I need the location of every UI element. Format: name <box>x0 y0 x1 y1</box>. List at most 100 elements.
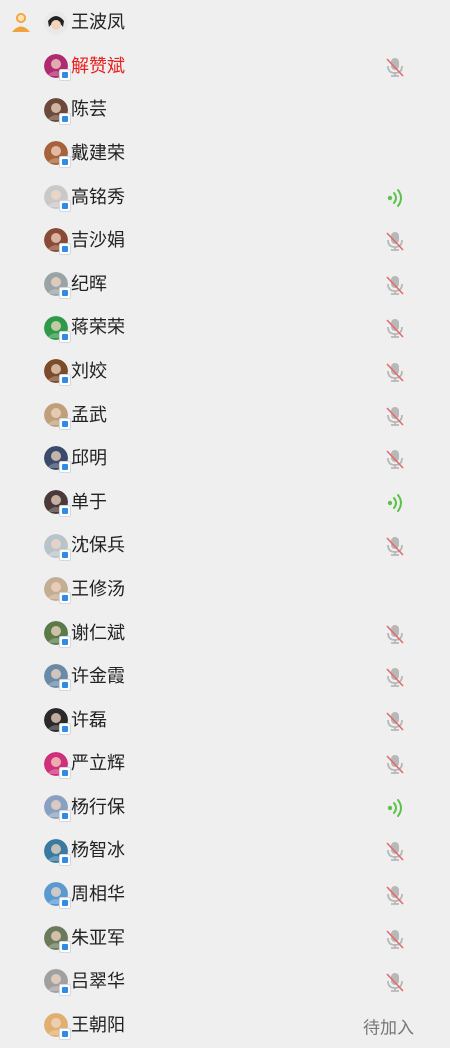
avatar <box>44 11 68 35</box>
participant-row[interactable]: 杨智冰 <box>0 830 450 874</box>
avatar <box>44 882 71 910</box>
participant-name: 孟武 <box>71 404 107 426</box>
avatar <box>44 271 71 299</box>
participant-row[interactable]: 严立辉 <box>0 743 450 787</box>
participant-name: 周相华 <box>71 884 125 906</box>
mic-muted-icon <box>384 535 406 557</box>
device-icon <box>59 461 71 474</box>
participant-row[interactable]: 戴建荣 <box>0 132 450 176</box>
participant-row[interactable]: 王修汤 <box>0 568 450 612</box>
participant-name: 许磊 <box>71 709 107 731</box>
speaking-icon <box>384 187 406 209</box>
participant-name: 陈芸 <box>71 99 107 121</box>
avatar <box>44 315 71 343</box>
participant-list: 王波凤 解赞斌陈芸戴建荣高铭秀吉沙娟纪晖蒋荣荣刘姣孟武邱明单于沈保兵王修汤谢仁斌… <box>0 0 450 1048</box>
participant-name: 纪晖 <box>71 273 107 295</box>
device-icon <box>59 635 71 648</box>
participant-name: 单于 <box>71 491 107 513</box>
avatar <box>44 446 71 474</box>
participant-name: 刘姣 <box>71 360 107 382</box>
participant-row[interactable]: 纪晖 <box>0 263 450 307</box>
participant-row[interactable]: 高铭秀 <box>0 176 450 220</box>
device-icon <box>59 766 71 779</box>
mic-muted-icon <box>384 884 406 906</box>
avatar <box>44 969 71 997</box>
participant-name: 王修汤 <box>71 578 125 600</box>
speaking-icon <box>384 797 406 819</box>
device-icon <box>59 1028 71 1041</box>
device-icon <box>59 243 71 256</box>
device-icon <box>59 592 71 605</box>
device-icon <box>59 897 71 910</box>
participant-row[interactable]: 许磊 <box>0 699 450 743</box>
avatar <box>44 925 71 953</box>
participant-row[interactable]: 孟武 <box>0 394 450 438</box>
avatar <box>44 359 71 387</box>
participant-row[interactable]: 王朝阳 待加入 <box>0 1004 450 1048</box>
participant-name: 吉沙娟 <box>71 230 125 252</box>
mic-muted-icon <box>384 274 406 296</box>
participant-row[interactable]: 陈芸 <box>0 89 450 133</box>
participant-row[interactable]: 杨行保 <box>0 786 450 830</box>
participant-name: 杨智冰 <box>71 840 125 862</box>
avatar <box>44 577 71 605</box>
mic-muted-icon <box>384 971 406 993</box>
user-icon <box>12 13 30 32</box>
mic-muted-icon <box>384 448 406 470</box>
participant-name: 许金霞 <box>71 666 125 688</box>
device-icon <box>59 940 71 953</box>
participant-row[interactable]: 许金霞 <box>0 655 450 699</box>
participant-name: 邱明 <box>71 448 107 470</box>
participant-name: 杨行保 <box>71 796 125 818</box>
avatar <box>44 54 71 81</box>
avatar <box>44 751 71 779</box>
participant-name: 高铭秀 <box>71 186 125 208</box>
participant-row[interactable]: 朱亚军 <box>0 917 450 961</box>
device-icon <box>59 286 71 299</box>
host-row[interactable]: 王波凤 <box>0 0 450 45</box>
mic-muted-icon <box>384 710 406 732</box>
device-icon <box>59 853 71 866</box>
participant-row[interactable]: 沈保兵 <box>0 525 450 569</box>
device-icon <box>59 417 71 430</box>
mic-muted-icon <box>384 928 406 950</box>
participant-row[interactable]: 谢仁斌 <box>0 612 450 656</box>
mic-muted-icon <box>384 753 406 775</box>
participant-name: 蒋荣荣 <box>71 317 125 339</box>
mic-muted-icon <box>384 317 406 339</box>
avatar <box>44 707 71 735</box>
participant-row[interactable]: 单于 <box>0 481 450 525</box>
speaking-icon <box>384 492 406 514</box>
device-icon <box>59 722 71 735</box>
device-icon <box>59 69 71 81</box>
host-name: 王波凤 <box>71 11 125 33</box>
avatar <box>44 228 71 256</box>
mic-muted-icon <box>384 666 406 688</box>
mic-muted-icon <box>384 361 406 383</box>
device-icon <box>59 810 71 823</box>
avatar <box>44 533 71 561</box>
participant-row[interactable]: 邱明 <box>0 437 450 481</box>
device-icon <box>59 199 71 212</box>
avatar <box>44 97 71 125</box>
device-icon <box>59 374 71 387</box>
device-icon <box>59 984 71 997</box>
participant-row[interactable]: 刘姣 <box>0 350 450 394</box>
participant-name: 吕翠华 <box>71 971 125 993</box>
avatar <box>44 184 71 212</box>
mic-muted-icon <box>384 230 406 252</box>
mic-muted-icon <box>384 840 406 862</box>
participant-row[interactable]: 吉沙娟 <box>0 219 450 263</box>
device-icon <box>59 330 71 343</box>
participant-row[interactable]: 周相华 <box>0 873 450 917</box>
participant-name: 朱亚军 <box>71 927 125 949</box>
avatar <box>44 664 71 692</box>
avatar <box>44 402 71 430</box>
participant-row[interactable]: 解赞斌 <box>0 45 450 89</box>
participant-row[interactable]: 蒋荣荣 <box>0 307 450 351</box>
participant-name: 戴建荣 <box>71 142 125 164</box>
avatar <box>44 141 71 169</box>
participant-row[interactable]: 吕翠华 <box>0 960 450 1004</box>
device-icon <box>59 156 71 169</box>
pending-status: 待加入 <box>363 1018 414 1039</box>
